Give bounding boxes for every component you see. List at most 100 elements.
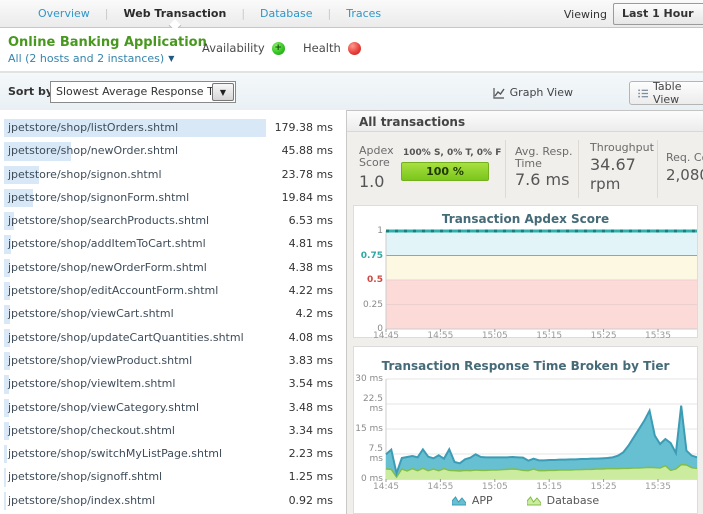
response-time-value: 6.53 ms: [288, 214, 333, 228]
transaction-row[interactable]: jpetstore/shop/editAccountForm.shtml 4.22…: [0, 280, 346, 303]
response-time-value: 3.54 ms: [288, 377, 333, 391]
transaction-name: jpetstore/shop/signonForm.shtml: [8, 190, 190, 204]
x-tick-label: 15:05: [481, 482, 508, 492]
request-count-label: Req. Co: [666, 151, 703, 164]
transaction-name: jpetstore/shop/updateCartQuantities.shtm…: [8, 330, 244, 344]
stat-separator: [657, 140, 658, 198]
apdex-breakdown: 100% S, 0% T, 0% F: [403, 148, 502, 158]
y-tick-label: 0: [377, 324, 383, 334]
legend-label: APP: [471, 494, 493, 507]
transaction-name: jpetstore/shop/viewItem.shtml: [8, 377, 176, 391]
tab-separator: |: [327, 7, 332, 20]
transaction-row[interactable]: jpetstore/shop/switchMyListPage.shtml 2.2…: [0, 443, 346, 466]
table-view-button[interactable]: Table View: [629, 80, 703, 106]
throughput-value: 34.67: [590, 155, 636, 174]
transaction-row[interactable]: jpetstore/shop/updateCartQuantities.shtm…: [0, 327, 346, 350]
tab-overview[interactable]: Overview: [36, 7, 92, 20]
y-tick-label: 0.25: [362, 299, 383, 310]
response-time-value: 23.78 ms: [281, 167, 333, 181]
legend-label: Database: [546, 494, 600, 507]
response-time-chart[interactable]: Transaction Response Time Broken by Tier…: [353, 346, 698, 514]
apdex-score-label: Apdex Score: [359, 144, 394, 169]
y-tick-label: 15 ms: [355, 424, 383, 434]
response-time-bar: [4, 468, 6, 487]
transaction-name: jpetstore/shop/newOrder.shtml: [8, 144, 179, 158]
x-tick-label: 14:55: [427, 331, 454, 341]
summary-stats: Apdex Score 1.0 100% S, 0% T, 0% F 100 %…: [347, 132, 703, 205]
y-tick-label: 22.5 ms: [362, 394, 383, 414]
legend-item-database[interactable]: Database: [526, 494, 600, 507]
x-tick-label: 15:25: [590, 331, 617, 341]
transaction-name: jpetstore/shop/viewProduct.shtml: [8, 353, 193, 367]
panel-header: All transactions: [347, 110, 703, 132]
response-time-bar: [4, 491, 6, 511]
apdex-score-value: 1.0: [359, 172, 385, 191]
all-transactions-panel: All transactions Apdex Score 1.0 100% S,…: [346, 110, 703, 514]
transaction-row[interactable]: jpetstore/shop/newOrder.shtml 45.88 ms: [0, 140, 346, 163]
time-range-dropdown[interactable]: Last 1 Hour: [613, 3, 703, 25]
list-toolbar: Sort by. Slowest Average Response Time ▼…: [0, 72, 703, 110]
transaction-row[interactable]: jpetstore/shop/signoff.shtml 1.25 ms: [0, 466, 346, 489]
line-chart-icon: [492, 87, 505, 99]
availability-label: Availability: [202, 41, 265, 55]
x-tick-label: 15:15: [536, 482, 563, 492]
transaction-row[interactable]: jpetstore/shop/addItemToCart.shtml 4.81 m…: [0, 233, 346, 256]
response-time-value: 3.48 ms: [288, 400, 333, 414]
y-tick-label: 0.75: [360, 250, 383, 261]
transaction-row[interactable]: jpetstore/shop/viewItem.shtml 3.54 ms: [0, 373, 346, 396]
response-time-value: 4.2 ms: [295, 307, 333, 321]
transaction-row[interactable]: jpetstore/shop/viewCategory.shtml 3.48 ms: [0, 397, 346, 420]
throughput-label: Throughput: [590, 141, 654, 154]
chevron-down-icon: ▼: [168, 54, 175, 63]
apdex-percent-bar: 100 %: [401, 162, 489, 181]
transaction-name: jpetstore/shop/checkout.shtml: [8, 423, 175, 437]
tab-separator: |: [241, 7, 246, 20]
response-time-value: 3.83 ms: [288, 353, 333, 367]
transaction-row[interactable]: jpetstore/shop/listOrders.shtml 179.38 ms: [0, 117, 346, 140]
request-count-value: 2,080: [666, 166, 703, 184]
transaction-name: jpetstore/shop/editAccountForm.shtml: [8, 284, 219, 298]
table-view-label: Table View: [653, 80, 682, 106]
graph-view-label: Graph View: [509, 86, 573, 99]
response-time-value: 3.34 ms: [288, 423, 333, 437]
app-scope-label: All (2 hosts and 2 instances): [8, 52, 165, 65]
transaction-name: jpetstore/shop/viewCategory.shtml: [8, 400, 200, 414]
transaction-row[interactable]: jpetstore/shop/searchProducts.shtml 6.53 …: [0, 210, 346, 233]
transaction-name: jpetstore/shop/viewCart.shtml: [8, 307, 174, 321]
transaction-row[interactable]: jpetstore/shop/checkout.shtml 3.34 ms: [0, 420, 346, 443]
area-icon: [526, 496, 541, 506]
transaction-row[interactable]: jpetstore/shop/newOrderForm.shtml 4.38 ms: [0, 257, 346, 280]
throughput-unit: rpm: [590, 175, 621, 193]
transaction-row[interactable]: jpetstore/shop/viewProduct.shtml 3.83 ms: [0, 350, 346, 373]
transaction-row[interactable]: jpetstore/shop/signonForm.shtml 19.84 ms: [0, 187, 346, 210]
tab-web-transaction[interactable]: Web Transaction: [122, 7, 229, 20]
transaction-name: jpetstore/shop/signon.shtml: [8, 167, 162, 181]
avg-resp-time-value: 7.6 ms: [515, 170, 570, 189]
stat-separator: [578, 140, 579, 198]
transaction-name: jpetstore/shop/searchProducts.shtml: [8, 214, 210, 228]
viewing-label: Viewing: [563, 7, 607, 21]
tab-database[interactable]: Database: [258, 7, 315, 20]
transaction-name: jpetstore/shop/newOrderForm.shtml: [8, 260, 207, 274]
sort-by-value: Slowest Average Response Time: [56, 85, 234, 98]
sort-by-select[interactable]: Slowest Average Response Time ▼: [50, 81, 236, 103]
x-tick-label: 15:25: [590, 482, 617, 492]
transaction-name: jpetstore/shop/signoff.shtml: [8, 470, 163, 484]
transaction-row[interactable]: jpetstore/shop/viewCart.shtml 4.2 ms: [0, 303, 346, 326]
legend-item-app[interactable]: APP: [451, 494, 493, 507]
y-tick-label: 0 ms: [360, 474, 383, 484]
apdex-score-chart[interactable]: Transaction Apdex Score 14:45 14:55 15:05 1…: [353, 205, 698, 341]
response-time-value: 4.22 ms: [288, 284, 333, 298]
tab-traces[interactable]: Traces: [344, 7, 383, 20]
transaction-row[interactable]: jpetstore/shop/signon.shtml 23.78 ms: [0, 164, 346, 187]
y-tick-label: 7.5 ms: [368, 444, 383, 464]
response-time-value: 45.88 ms: [281, 144, 333, 158]
transaction-list: jpetstore/shop/listOrders.shtml 179.38 ms…: [0, 110, 346, 514]
app-scope-dropdown[interactable]: All (2 hosts and 2 instances) ▼: [8, 52, 174, 65]
x-tick-label: 15:05: [481, 331, 508, 341]
x-tick-label: 15:15: [536, 331, 563, 341]
transaction-row[interactable]: jpetstore/shop/index.shtml 0.92 ms: [0, 490, 346, 513]
health-label: Health: [303, 41, 341, 55]
graph-view-button[interactable]: Graph View: [492, 86, 573, 99]
transaction-name: jpetstore/shop/switchMyListPage.shtml: [8, 447, 223, 461]
